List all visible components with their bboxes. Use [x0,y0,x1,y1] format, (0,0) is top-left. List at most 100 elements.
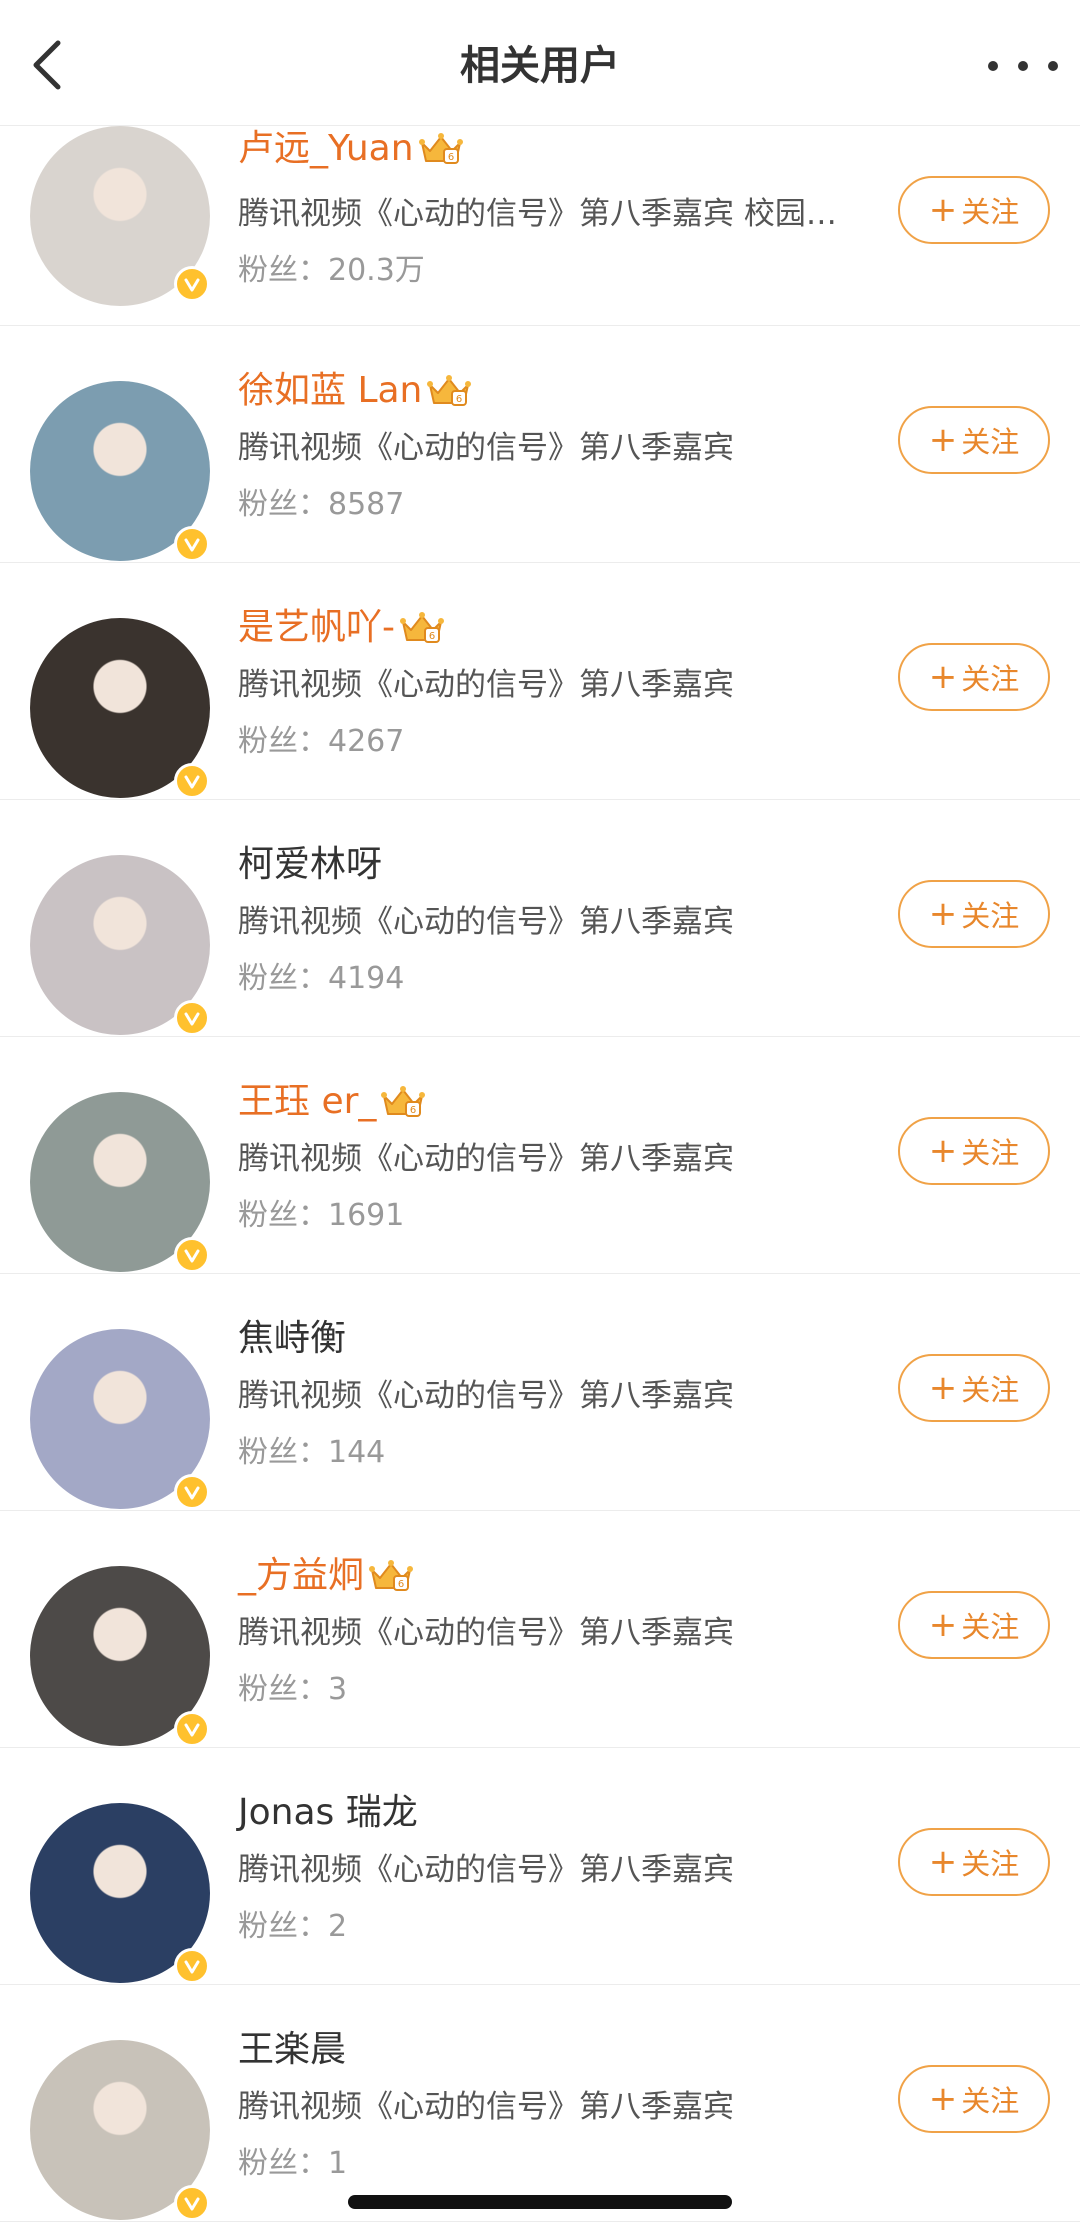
vip-crown-icon: 6 [399,610,445,646]
user-name[interactable]: 王楽晨 [238,2025,346,2075]
fans-label: 粉丝： [238,1435,328,1470]
fans-value: 4267 [328,724,405,759]
follow-label: 关注 [961,2084,1020,2118]
user-name[interactable]: 是艺帆吖- 6 [238,603,445,653]
fans-value: 20.3万 [328,253,425,288]
user-name[interactable]: _方益炯 6 [238,1551,414,1601]
user-description: 腾讯视频《心动的信号》第八季嘉宾 [238,667,734,703]
fans-value: 2 [328,1909,348,1944]
follow-button[interactable]: + 关注 [898,1828,1050,1896]
verified-icon [174,1474,210,1510]
user-name-text: 焦峙衡 [238,1318,347,1359]
top-bar: 相关用户 [0,0,1080,126]
user-name[interactable]: Jonas 瑞龙 [238,1788,418,1838]
follow-label: 关注 [961,1136,1020,1170]
fans-label: 粉丝： [238,1198,328,1233]
user-row[interactable]: _方益炯 6 腾讯视频《心动的信号》第八季嘉宾粉丝：3 + 关注 [0,1511,1080,1748]
user-row[interactable]: 徐如蓝 Lan 6 腾讯视频《心动的信号》第八季嘉宾粉丝：8587 + 关注 [0,326,1080,563]
fans-count: 粉丝：1691 [238,1195,404,1237]
user-description: 腾讯视频《心动的信号》第八季嘉宾 [238,2089,734,2125]
fans-value: 1 [328,2146,348,2181]
fans-value: 4194 [328,961,405,996]
follow-button[interactable]: + 关注 [898,643,1050,711]
svg-text:6: 6 [429,631,435,642]
follow-button[interactable]: + 关注 [898,1591,1050,1659]
user-name-text: 王珏 er_ [238,1081,377,1122]
plus-icon: + [928,1605,958,1645]
plus-icon: + [928,420,958,460]
user-description: 腾讯视频《心动的信号》第八季嘉宾 [238,904,734,940]
user-row[interactable]: Jonas 瑞龙 腾讯视频《心动的信号》第八季嘉宾 粉丝：2 + 关注 [0,1748,1080,1985]
follow-button[interactable]: + 关注 [898,176,1050,244]
user-name-text: 王楽晨 [238,2029,347,2070]
follow-label: 关注 [961,899,1020,933]
vip-crown-icon: 6 [426,373,472,409]
user-name[interactable]: 焦峙衡 [238,1314,346,1364]
plus-icon: + [928,1368,958,1408]
user-name-text: 是艺帆吖- [238,607,395,648]
follow-button[interactable]: + 关注 [898,1354,1050,1422]
home-indicator [348,2195,732,2209]
svg-text:6: 6 [456,394,462,405]
fans-count: 粉丝：2 [238,1906,347,1948]
follow-button[interactable]: + 关注 [898,880,1050,948]
verified-icon [174,1237,210,1273]
user-description: 腾讯视频《心动的信号》第八季嘉宾 [238,1378,734,1414]
follow-label: 关注 [961,195,1020,229]
user-row[interactable]: 王珏 er_ 6 腾讯视频《心动的信号》第八季嘉宾 粉丝：1691 + 关注 [0,1037,1080,1274]
follow-label: 关注 [961,1847,1020,1881]
plus-icon: + [928,1842,958,1882]
user-description: 腾讯视频《心动的信号》第八季嘉宾 [238,430,734,466]
plus-icon: + [928,894,958,934]
fans-count: 粉丝：8587 [238,484,404,526]
fans-label: 粉丝： [238,487,328,522]
user-description: 腾讯视频《心动的信号》第八季嘉宾 [238,1615,734,1651]
user-description: 腾讯视频《心动的信号》第八季嘉宾 校园博主 [238,196,848,232]
user-row[interactable]: 柯爱林呀 腾讯视频《心动的信号》第八季嘉宾 粉丝：4194 + 关注 [0,800,1080,1037]
user-name-text: Jonas 瑞龙 [238,1792,418,1833]
fans-count: 粉丝：20.3万 [238,250,425,292]
more-icon-dot [1048,61,1058,71]
verified-icon [174,266,210,302]
user-name-text: 徐如蓝 Lan [238,370,423,411]
fans-count: 粉丝：144 [238,1432,385,1474]
user-description: 腾讯视频《心动的信号》第八季嘉宾 [238,1141,734,1177]
more-icon-dot [988,61,998,71]
user-name-text: _方益炯 [238,1555,365,1596]
user-row[interactable]: 是艺帆吖- 6 腾讯视频《心动的信号》第八季嘉宾 粉丝：4267 + 关注 [0,563,1080,800]
user-row[interactable]: 王楽晨 腾讯视频《心动的信号》第八季嘉宾 粉丝：1 + 关注 [0,1985,1080,2222]
follow-label: 关注 [961,662,1020,696]
follow-button[interactable]: + 关注 [898,1117,1050,1185]
follow-label: 关注 [961,425,1020,459]
follow-button[interactable]: + 关注 [898,2065,1050,2133]
vip-crown-icon: 6 [380,1084,426,1120]
user-description: 腾讯视频《心动的信号》第八季嘉宾 [238,1852,734,1888]
fans-label: 粉丝： [238,2146,328,2181]
more-button[interactable] [988,44,1058,88]
fans-label: 粉丝： [238,724,328,759]
fans-count: 粉丝：3 [238,1669,347,1711]
verified-icon [174,763,210,799]
user-name[interactable]: 王珏 er_ 6 [238,1077,426,1127]
fans-value: 1691 [328,1198,405,1233]
verified-icon [174,1000,210,1036]
user-name[interactable]: 柯爱林呀 [238,840,382,890]
verified-icon [174,2185,210,2221]
verified-icon [174,1711,210,1747]
user-row[interactable]: 卢远_Yuan 6 腾讯视频《心动的信号》第八季嘉宾 校园博主 粉丝：20.3万 + 关注 [0,126,1080,326]
user-name[interactable]: 徐如蓝 Lan 6 [238,366,472,416]
fans-label: 粉丝： [238,1672,328,1707]
follow-button[interactable]: + 关注 [898,406,1050,474]
user-name-text: 卢远_Yuan [238,128,414,169]
more-icon-dot [1018,61,1028,71]
follow-label: 关注 [961,1373,1020,1407]
fans-count: 粉丝：4267 [238,721,404,763]
user-row[interactable]: 焦峙衡 腾讯视频《心动的信号》第八季嘉宾 粉丝：144 + 关注 [0,1274,1080,1511]
user-name[interactable]: 卢远_Yuan 6 [238,124,464,174]
fans-count: 粉丝：1 [238,2143,347,2185]
fans-label: 粉丝： [238,1909,328,1944]
svg-text:6: 6 [398,1579,404,1590]
fans-value: 144 [328,1435,386,1470]
plus-icon: + [928,190,958,230]
fans-label: 粉丝： [238,253,328,288]
